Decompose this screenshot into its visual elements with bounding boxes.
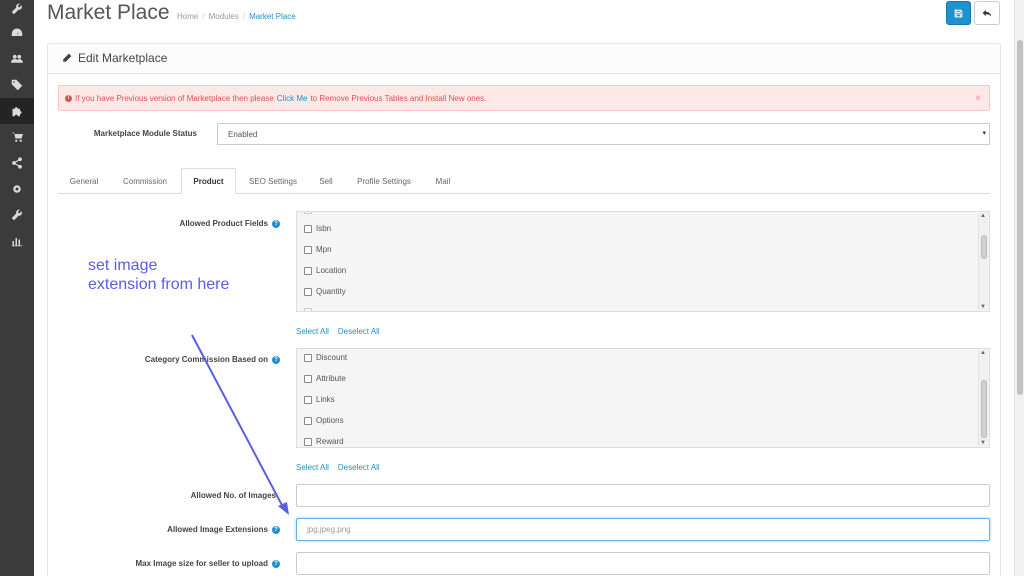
select-all-link[interactable]: Select All [296,327,329,336]
dashboard-icon[interactable] [0,20,34,46]
save-button[interactable] [946,1,971,25]
panel-heading: Edit Marketplace [48,44,1000,74]
allowed-product-fields-list[interactable]: Isbn Mpn Location Quantity ▲ ▼ [296,211,990,312]
pencil-icon [63,53,72,62]
tab-mail[interactable]: Mail [428,168,458,194]
checkbox-isbn[interactable]: Isbn [304,224,331,233]
scroll-down-icon[interactable]: ▼ [980,304,986,310]
checkbox-reward[interactable]: Reward [304,437,344,446]
allowed-images-label: Allowed No. of Images [190,491,276,500]
bar-chart-icon[interactable] [0,228,34,254]
wrench-icon[interactable] [0,0,34,22]
panel-title: Edit Marketplace [62,51,167,65]
alert-text-after: to Remove Previous Tables and Install Ne… [310,93,487,103]
page-scroll-thumb[interactable] [1017,40,1023,395]
exclamation-circle-icon: ! [65,94,72,102]
scroll-down-icon[interactable]: ▼ [980,440,986,446]
tab-seo-settings[interactable]: SEO Settings [242,168,304,194]
allowed-extensions-label: Allowed Image Extensions? [100,525,280,534]
help-icon[interactable]: ? [272,525,280,534]
scroll-thumb[interactable] [981,380,987,438]
save-icon [954,9,963,17]
checkbox[interactable] [304,374,312,383]
help-icon[interactable]: ? [272,559,280,568]
tab-general[interactable]: General [60,168,108,194]
click-me-link[interactable]: Click Me [277,94,308,103]
checkbox[interactable] [304,353,312,362]
page-scrollbar[interactable] [1014,0,1024,576]
tab-profile-settings[interactable]: Profile Settings [350,168,418,194]
scroll-up-icon[interactable]: ▲ [980,213,986,219]
warning-alert: ! If you have Previous version of Market… [58,85,990,111]
allowed-extensions-input[interactable]: jpg,jpeg,png [296,518,990,541]
checkbox-links[interactable]: Links [304,395,335,404]
category-commission-label: Category Commission Based on? [100,355,280,364]
input-placeholder: jpg,jpeg,png [307,525,351,534]
help-icon[interactable]: ? [272,355,280,364]
left-sidebar [0,0,34,576]
checkbox-discount[interactable]: Discount [304,353,347,362]
settings-tabs: General Commission Product SEO Settings … [58,168,990,194]
deselect-all-link[interactable]: Deselect All [338,463,380,472]
breadcrumb-modules[interactable]: Modules [209,12,239,21]
scroll-thumb[interactable] [981,235,987,259]
reply-icon [982,9,992,17]
allowed-product-fields-label: Allowed Product Fields? [100,219,280,228]
status-label: Marketplace Module Status [93,129,197,138]
checkbox[interactable] [304,395,312,404]
tab-commission[interactable]: Commission [114,168,176,194]
list-scrollbar[interactable]: ▲ ▼ [978,213,988,310]
annotation-text: set image extension from here [88,257,230,293]
tags-icon[interactable] [0,72,34,98]
deselect-all-link[interactable]: Deselect All [338,327,380,336]
gear-icon[interactable] [0,176,34,202]
select-all-link[interactable]: Select All [296,463,329,472]
max-image-size-input[interactable] [296,552,990,575]
scroll-up-icon[interactable]: ▲ [980,350,986,356]
breadcrumb-separator: / [242,12,246,21]
checkbox-options[interactable]: Options [304,416,344,425]
checkbox[interactable] [304,245,312,254]
wrench-icon[interactable] [0,202,34,228]
chevron-down-icon: ▾ [982,130,986,137]
checkbox-quantity[interactable]: Quantity [304,287,346,296]
max-image-size-label: Max Image size for seller to upload? [90,559,280,568]
back-button[interactable] [974,1,1000,25]
share-icon[interactable] [0,150,34,176]
alert-text-before: If you have Previous version of Marketpl… [75,93,274,103]
list-scrollbar[interactable]: ▲ ▼ [978,350,988,446]
checkbox[interactable] [304,416,312,425]
checkbox[interactable] [304,266,312,275]
status-selected-value: Enabled [228,130,258,139]
category-commission-list[interactable]: Discount Attribute Links Options Reward … [296,348,990,448]
allowed-images-input[interactable] [296,484,990,507]
close-icon[interactable]: × [975,93,981,104]
partial-item [304,212,312,214]
breadcrumb-market-place[interactable]: Market Place [249,12,296,21]
checkbox[interactable] [304,437,312,446]
puzzle-icon[interactable] [0,98,34,124]
users-icon[interactable] [0,46,34,72]
commission-select-links: Select All Deselect All [296,463,380,472]
checkbox[interactable] [304,224,312,233]
checkbox-location[interactable]: Location [304,266,346,275]
module-status-select[interactable]: Enabled ▾ [217,123,990,145]
tab-sell[interactable]: Sell [312,168,340,194]
help-icon[interactable]: ? [272,219,280,228]
breadcrumb: Home / Modules / Market Place [177,12,296,21]
cart-icon[interactable] [0,124,34,150]
partial-item [304,308,312,311]
tab-product[interactable]: Product [181,168,236,194]
checkbox-mpn[interactable]: Mpn [304,245,332,254]
checkbox-attribute[interactable]: Attribute [304,374,346,383]
breadcrumb-home[interactable]: Home [177,12,198,21]
checkbox[interactable] [304,287,312,296]
product-fields-select-links: Select All Deselect All [296,327,380,336]
breadcrumb-separator: / [202,12,205,21]
page-title: Market Place [47,1,170,24]
panel-title-text: Edit Marketplace [78,51,168,65]
